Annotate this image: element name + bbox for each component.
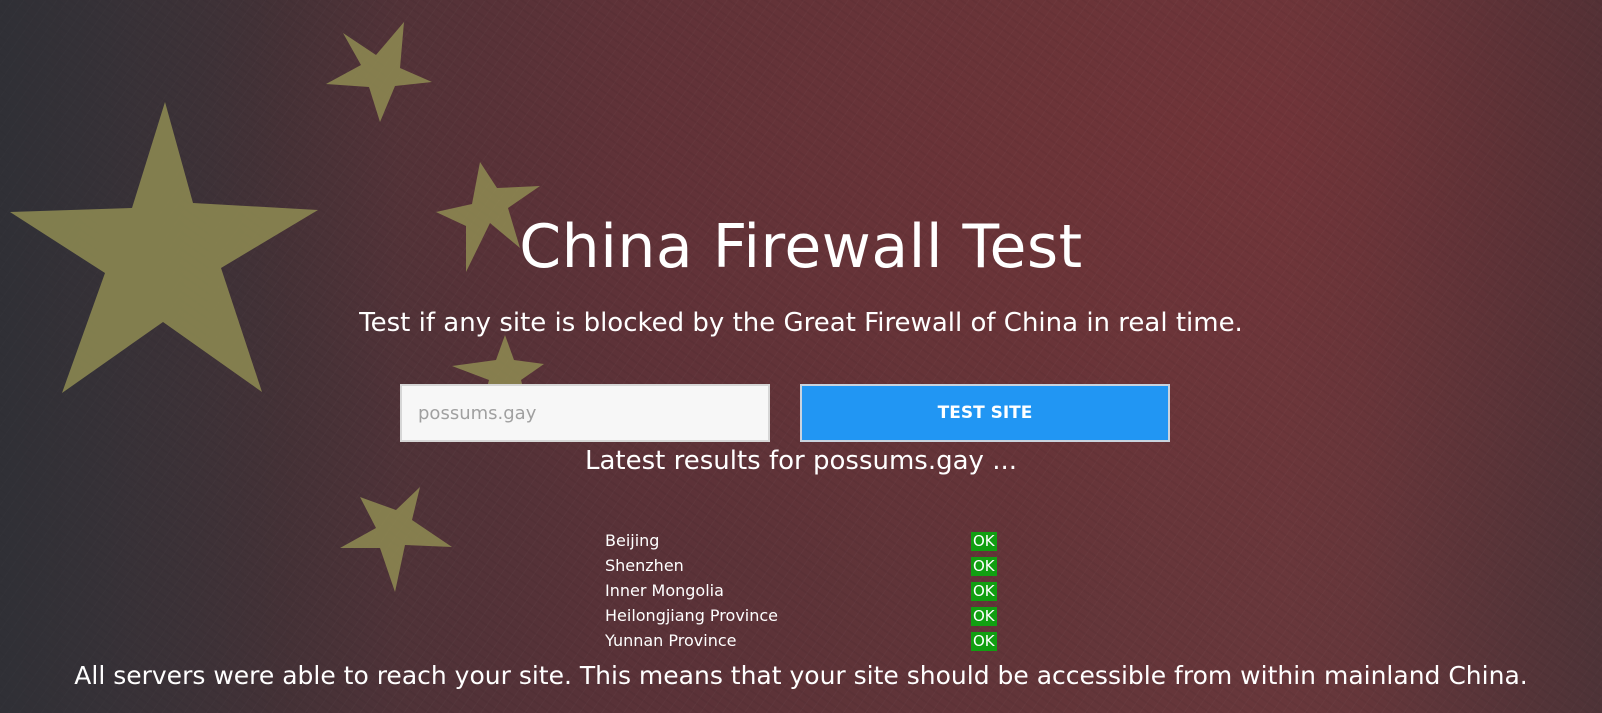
results-summary: All servers were able to reach your site… <box>74 661 1528 690</box>
page-subtitle: Test if any site is blocked by the Great… <box>359 308 1243 338</box>
result-location: Inner Mongolia <box>605 581 724 600</box>
test-site-button[interactable]: TEST SITE <box>800 384 1170 442</box>
status-badge: OK <box>971 607 997 626</box>
results-list: Beijing OK Shenzhen OK Inner Mongolia OK… <box>605 531 1005 656</box>
status-badge: OK <box>971 532 997 551</box>
status-badge: OK <box>971 582 997 601</box>
result-row: Beijing OK <box>605 531 1005 556</box>
main-content: China Firewall Test Test if any site is … <box>0 0 1602 713</box>
result-location: Shenzhen <box>605 556 684 575</box>
result-location: Yunnan Province <box>605 631 737 650</box>
page-title: China Firewall Test <box>519 212 1083 282</box>
status-badge: OK <box>971 557 997 576</box>
result-row: Inner Mongolia OK <box>605 581 1005 606</box>
results-heading: Latest results for possums.gay ... <box>585 446 1017 476</box>
result-location: Heilongjiang Province <box>605 606 779 625</box>
result-row: Heilongjiang Province OK <box>605 606 1005 631</box>
site-url-input[interactable] <box>400 384 770 442</box>
result-row: Yunnan Province OK <box>605 631 1005 656</box>
result-row: Shenzhen OK <box>605 556 1005 581</box>
result-location: Beijing <box>605 531 660 550</box>
status-badge: OK <box>971 632 997 651</box>
